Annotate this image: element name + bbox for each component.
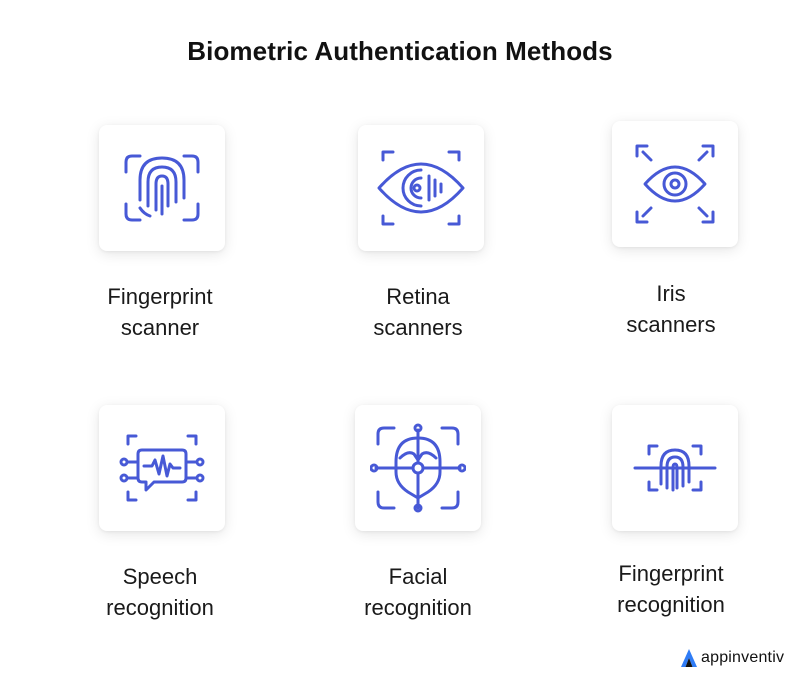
face-scan-icon — [370, 423, 466, 513]
retina-scanners-card — [358, 125, 484, 251]
fingerprint-scan-icon — [633, 444, 717, 492]
speech-wave-icon — [119, 434, 205, 502]
facial-recognition-card — [355, 405, 481, 531]
fingerprint-icon — [124, 154, 200, 222]
retina-scanners-label: Retina scanners — [373, 284, 463, 340]
brand-name: appinventiv — [701, 649, 785, 666]
fingerprint-recognition-card — [612, 405, 738, 531]
facial-recognition-label: Facial recognition — [364, 564, 472, 620]
iris-eye-icon — [635, 144, 715, 224]
speech-recognition-card — [99, 405, 225, 531]
appinventiv-logo-icon — [681, 649, 697, 667]
brand-logo: appinventiv — [680, 648, 784, 668]
fingerprint-scanner-card — [99, 125, 225, 251]
iris-scanners-label: Iris scanners — [626, 281, 716, 337]
fingerprint-recognition-label: Fingerprint recognition — [617, 561, 725, 617]
retina-eye-icon — [377, 150, 465, 226]
iris-scanners-card — [612, 121, 738, 247]
fingerprint-scanner-label: Fingerprint scanner — [107, 284, 213, 340]
page-title: Biometric Authentication Methods — [187, 36, 613, 66]
speech-recognition-label: Speech recognition — [106, 564, 214, 620]
